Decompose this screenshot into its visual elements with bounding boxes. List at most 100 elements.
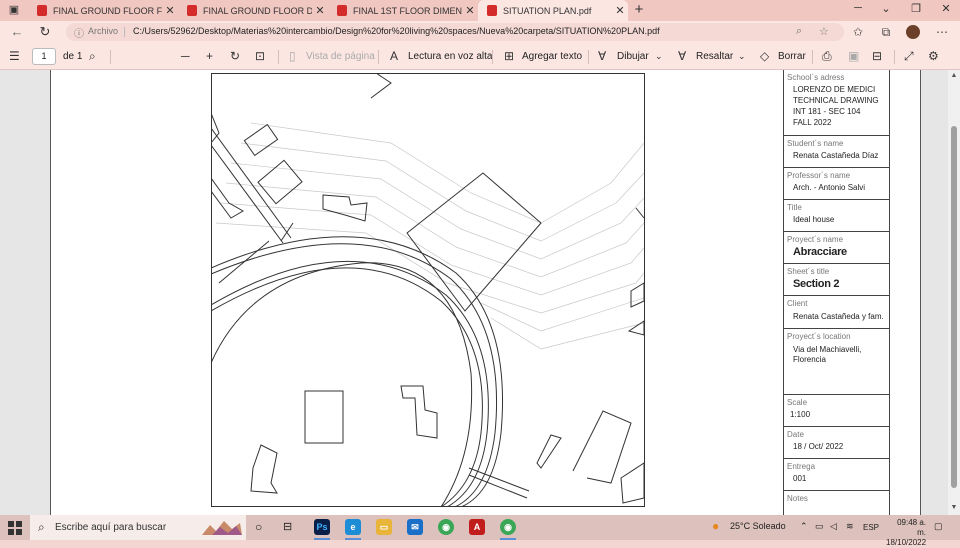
zoom-in-icon[interactable]: + [206, 49, 213, 63]
browser-tab[interactable]: FINAL 1ST FLOOR DIMENTIONS. ✕ [328, 0, 478, 21]
search-icon: ⌕ [38, 520, 45, 534]
acrobat-icon[interactable]: A [469, 519, 485, 535]
info-icon[interactable]: ⓘ [74, 25, 84, 40]
erase-button[interactable]: Borrar [778, 51, 806, 62]
hidden-icons-icon[interactable]: ⌃ [800, 521, 808, 532]
back-icon[interactable]: ← [9, 24, 25, 40]
project-name: Abracciare [793, 246, 847, 258]
wifi-icon[interactable]: ≋ [846, 521, 854, 532]
volume-icon[interactable]: ◁ [830, 521, 837, 532]
refresh-icon[interactable]: ↻ [37, 24, 53, 40]
scale-cell: Scale 1:100 [784, 395, 889, 427]
browser-tab[interactable]: FINAL GROUND FLOOR DIMENTI ✕ [178, 0, 328, 21]
notifications-icon[interactable]: ▢ [934, 521, 943, 532]
settings-gear-icon[interactable]: ⚙ [928, 49, 939, 63]
rotate-icon[interactable]: ↻ [230, 49, 240, 63]
url-text[interactable]: C:/Users/52962/Desktop/Materias%20interc… [133, 26, 660, 36]
new-tab-icon[interactable]: + [630, 1, 648, 19]
client-name: Renata Castañeda y fam. [793, 312, 884, 321]
tab-title: FINAL GROUND FLOOR FURNITU [53, 5, 162, 16]
address-bar[interactable]: ⓘ Archivo C:/Users/52962/Desktop/Materia… [66, 23, 844, 41]
project-cell: Proyect´s name Abracciare [784, 232, 889, 264]
read-aloud-icon[interactable]: A [390, 49, 398, 63]
weather-sun-icon[interactable]: ● [712, 519, 719, 533]
chevron-down-icon[interactable]: ⌄ [876, 2, 896, 15]
highlight-icon[interactable]: ∀ [678, 49, 686, 63]
mail-icon[interactable]: ✉ [407, 519, 423, 535]
divider [812, 50, 813, 64]
chevron-down-icon[interactable]: ⌄ [738, 51, 746, 62]
avatar[interactable] [906, 25, 920, 39]
sheet-title: Section 2 [793, 278, 840, 290]
eraser-icon[interactable]: ◇ [760, 49, 769, 63]
highlight-button[interactable]: Resaltar [696, 51, 733, 62]
clock[interactable]: 09:48 a. m. 18/10/2022 [886, 518, 926, 548]
table-of-contents-icon[interactable]: ☰ [9, 49, 20, 63]
tab-close-icon[interactable]: ✕ [612, 4, 628, 17]
language-indicator[interactable]: ESP [863, 523, 879, 532]
divider [124, 27, 125, 37]
edge-icon[interactable]: e [345, 519, 361, 535]
tab-close-icon[interactable]: ✕ [462, 4, 478, 17]
chrome-icon[interactable]: ◉ [438, 519, 454, 535]
file-explorer-icon[interactable]: ▭ [376, 519, 392, 535]
zoom-icon[interactable]: ⌕ [796, 25, 802, 38]
divider [894, 50, 895, 64]
print-icon[interactable]: ⎙ [822, 49, 832, 64]
taskbar-search[interactable]: ⌕ Escribe aquí para buscar [30, 515, 246, 540]
fullscreen-icon[interactable]: ⤢ [904, 49, 914, 64]
student-cell: Student´s name Renata Castañeda Díaz [784, 136, 889, 168]
draw-button[interactable]: Dibujar [617, 51, 649, 62]
search-placeholder[interactable]: Escribe aquí para buscar [55, 522, 166, 533]
add-text-button[interactable]: Agregar texto [522, 51, 582, 62]
add-text-icon[interactable]: ⊞ [504, 49, 514, 63]
photoshop-icon[interactable]: Ps [314, 519, 330, 535]
scroll-thumb[interactable] [951, 126, 957, 488]
fit-page-icon[interactable]: ⊡ [255, 49, 265, 63]
network-icon[interactable]: ▭ [815, 521, 824, 532]
scroll-up-icon[interactable]: ▲ [949, 72, 959, 79]
scroll-down-icon[interactable]: ▼ [949, 504, 959, 511]
tab-close-icon[interactable]: ✕ [312, 4, 328, 17]
professor-label: Professor´s name [787, 171, 851, 180]
location-line: Via del Machiavelli, [793, 345, 862, 354]
delivery-cell: Entrega 001 [784, 459, 889, 491]
browser-tab[interactable]: FINAL GROUND FLOOR FURNITU ✕ [28, 0, 178, 21]
weather-text[interactable]: 25°C Soleado [730, 521, 786, 531]
clock-time: 09:48 a. m. [897, 518, 926, 537]
client-cell: Client Renata Castañeda y fam. [784, 296, 889, 329]
cortana-icon[interactable]: ○ [255, 520, 262, 534]
zoom-out-icon[interactable]: ─ [181, 49, 190, 63]
tab-close-icon[interactable]: ✕ [162, 4, 178, 17]
favorites-icon[interactable]: ✩ [850, 25, 866, 39]
site-plan-drawing [211, 73, 645, 507]
collections-icon[interactable]: ⧉ [878, 25, 894, 40]
restore-icon[interactable]: ❐ [906, 2, 926, 15]
chrome-icon[interactable]: ◉ [500, 519, 516, 535]
save-as-icon[interactable]: ⊟ [872, 49, 882, 63]
task-view-icon[interactable]: ⊟ [283, 520, 292, 533]
security-label: Archivo [88, 26, 119, 36]
professor-cell: Professor´s name Arch. - Antonio Salvi [784, 168, 889, 200]
chevron-down-icon[interactable]: ⌄ [655, 51, 663, 62]
tab-title: SITUATION PLAN.pdf [503, 5, 592, 16]
school-address-label: School´s adress [787, 73, 845, 82]
browser-tab-strip: ▣ FINAL GROUND FLOOR FURNITU ✕ FINAL GRO… [0, 0, 960, 21]
close-window-icon[interactable]: ✕ [936, 2, 956, 15]
vertical-scrollbar[interactable]: ▲ ▼ [948, 70, 960, 515]
date-label: Date [787, 430, 804, 439]
more-options-icon[interactable]: ⋯ [934, 25, 950, 39]
page-view-icon: ▯ [289, 49, 296, 63]
save-icon: ▣ [848, 49, 860, 63]
date-cell: Date 18 / Oct/ 2022 [784, 427, 889, 459]
read-aloud-button[interactable]: Lectura en voz alta [408, 51, 493, 62]
minimize-icon[interactable]: ─ [848, 2, 868, 14]
favorite-star-icon[interactable]: ☆ [819, 25, 829, 38]
draw-icon[interactable]: ∀ [598, 49, 606, 63]
tab-actions-icon[interactable]: ▣ [6, 3, 22, 18]
windows-start-icon[interactable] [8, 521, 22, 535]
search-icon[interactable]: ⌕ [89, 49, 96, 64]
browser-tab-active[interactable]: SITUATION PLAN.pdf ✕ [478, 0, 628, 21]
tab-title: FINAL 1ST FLOOR DIMENTIONS. [353, 5, 462, 16]
page-number-input[interactable]: 1 [32, 48, 56, 65]
